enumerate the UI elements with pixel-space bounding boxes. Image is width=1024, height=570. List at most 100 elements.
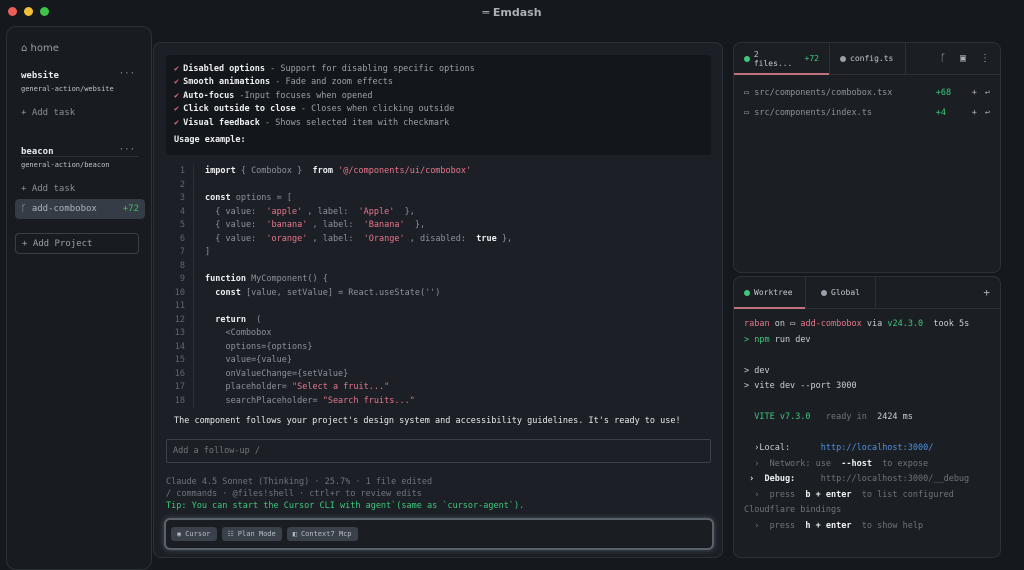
code-line: 7]	[166, 246, 711, 260]
line-number: 16	[166, 367, 194, 381]
feature-desc: - Fade and zoom effects	[270, 77, 393, 88]
branch-item-add-combobox[interactable]: ᚴ add-combobox +72	[15, 199, 145, 219]
changed-file[interactable]: ▭ src/components/combobox.tsx +68 + ↩	[734, 83, 1000, 103]
add-task-button[interactable]: + Add task	[21, 184, 75, 194]
terminal-text: b + enter	[805, 489, 852, 500]
plus-icon: +	[22, 238, 33, 249]
revert-icon[interactable]: ↩	[985, 108, 990, 118]
app-title: ═ Emdash	[482, 6, 541, 19]
tab-config[interactable]: config.ts	[830, 43, 906, 74]
more-icon[interactable]: ···	[119, 145, 135, 155]
revert-icon[interactable]: ↩	[985, 88, 990, 98]
line-number: 5	[166, 219, 194, 233]
feature-item: ✔ Click outside to close - Closes when cl…	[174, 103, 703, 116]
model-info: Claude 4.5 Sonnet (Thinking) · 25.7% · 1…	[166, 477, 433, 487]
project-name[interactable]: website	[21, 71, 59, 81]
code-token: (	[251, 314, 262, 325]
more-vertical-icon[interactable]: ⋮	[980, 53, 990, 64]
stage-plus-icon[interactable]: +	[972, 88, 977, 98]
code-line: 8	[166, 259, 711, 273]
more-icon[interactable]: ···	[119, 69, 135, 79]
line-number: 17	[166, 381, 194, 395]
follow-up-input[interactable]	[166, 439, 711, 463]
file-path: src/components/combobox.tsx	[754, 88, 893, 98]
code-token: 'Banana'	[363, 220, 405, 230]
add-task-button[interactable]: + Add task	[21, 108, 75, 118]
tab-changes[interactable]: 2 files... +72	[734, 43, 830, 75]
add-project-button[interactable]: + Add Project	[15, 233, 139, 254]
folder-icon: ▭	[744, 88, 755, 98]
maximize-window-button[interactable]	[40, 7, 49, 16]
feature-desc: - Shows selected item with checkmark	[259, 117, 450, 128]
cursor-chip[interactable]: ◉ Cursor	[171, 527, 217, 541]
terminal-output[interactable]: raban on ▭ add-combobox via v24.3.0 took…	[734, 309, 1000, 542]
terminal-text: v24.3.0	[887, 319, 924, 329]
tab-global[interactable]: Global	[806, 277, 876, 308]
code-token: true	[476, 233, 497, 244]
code-token: 'banana'	[266, 220, 308, 230]
emdash-logo-icon: ═	[482, 5, 493, 19]
tab-worktree[interactable]: Worktree	[734, 277, 806, 309]
context7-chip[interactable]: ◧ Context7 Mcp	[286, 527, 358, 541]
line-number: 9	[166, 273, 194, 287]
line-number: 4	[166, 205, 194, 219]
code-line: 9 function MyComponent() {	[166, 273, 711, 287]
folder-icon[interactable]: ▣	[960, 53, 966, 64]
line-number: 14	[166, 340, 194, 354]
line-number: 6	[166, 232, 194, 246]
git-branch-icon: ᚴ	[21, 204, 32, 214]
terminal-text: >	[744, 334, 755, 345]
code-token: 'orange'	[266, 233, 308, 244]
code-token: import	[205, 166, 241, 176]
code-token: { value:	[205, 233, 267, 244]
line-number: 18	[166, 394, 194, 408]
new-terminal-plus-icon[interactable]: +	[983, 277, 1000, 308]
project-path: general-action/beacon	[21, 161, 110, 169]
feature-title: Smooth animations	[183, 77, 271, 88]
project-name[interactable]: beacon	[21, 147, 54, 157]
terminal-text: › press	[744, 520, 806, 531]
assistant-message: The component follows your project's des…	[174, 416, 681, 426]
feature-item: ✔ Disabled options - Support for disablin…	[174, 63, 703, 76]
terminal-text: to expose	[871, 458, 929, 469]
terminal-text: on	[769, 319, 791, 329]
tab-label: config.ts	[850, 54, 894, 63]
terminal-text: ›Local:	[754, 443, 821, 453]
home-link[interactable]: ⌂ home	[21, 43, 59, 54]
code-token: , disabled:	[404, 233, 477, 244]
terminal-text: h + enter	[805, 520, 852, 531]
tab-label: Worktree	[754, 288, 793, 297]
plan-mode-chip[interactable]: ☷ Plan Mode	[221, 527, 282, 541]
stage-plus-icon[interactable]: +	[972, 108, 977, 118]
check-icon: ✔	[174, 90, 180, 101]
changed-file[interactable]: ▭ src/components/index.ts +4 + ↩	[734, 103, 1000, 123]
usage-label: Usage example:	[174, 135, 246, 146]
terminal-text: npm	[754, 334, 770, 345]
terminal-text: › Debug:	[744, 474, 821, 484]
git-branch-icon[interactable]: ᚴ	[940, 53, 946, 64]
minimize-window-button[interactable]	[24, 7, 33, 16]
terminal-text: to show help	[851, 520, 924, 531]
command-hint: / commands · @files!shell · ctrl+r to re…	[166, 489, 422, 499]
terminal-text: ms	[897, 412, 913, 422]
code-token: [value, setValue] = React.useState('')	[245, 287, 441, 298]
code-token: "Search fruits..."	[322, 395, 415, 406]
feature-title: Click outside to close	[183, 104, 296, 115]
feature-title: Auto-focus	[183, 90, 235, 101]
terminal-text: > vite dev --port 3000	[744, 381, 857, 391]
line-number: 13	[166, 327, 194, 341]
add-task-label: Add task	[31, 184, 76, 194]
chip-label: Context7 Mcp	[300, 530, 352, 538]
code-token: , label:	[302, 206, 359, 217]
code-token: options = [	[235, 193, 293, 203]
close-window-button[interactable]	[8, 7, 17, 16]
code-token: 'Apple'	[358, 206, 395, 217]
code-token: },	[404, 220, 426, 230]
code-line: 11	[166, 300, 711, 314]
feature-desc: - Closes when clicking outside	[295, 104, 455, 115]
check-icon: ✔	[174, 64, 180, 74]
terminal-text: http://localhost:3000/__debug	[820, 474, 970, 484]
add-task-label: Add task	[31, 108, 76, 118]
terminal-text: run dev	[769, 334, 811, 345]
code-token: value={value}	[205, 355, 292, 365]
